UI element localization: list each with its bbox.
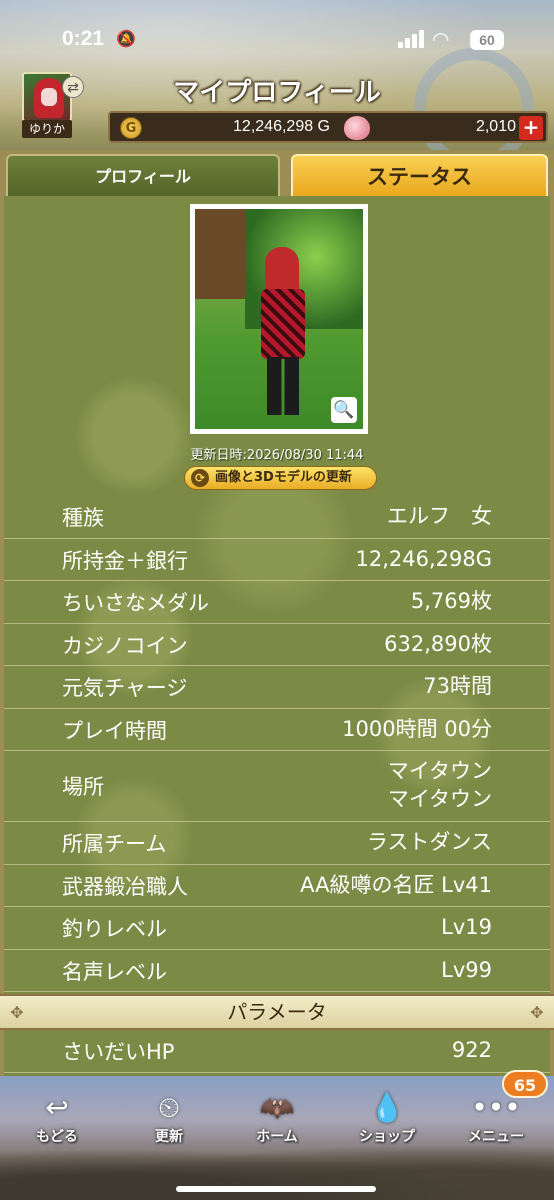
photo-character-body <box>261 289 305 359</box>
cellular-signal-icon <box>398 30 426 48</box>
stat-value: AA級噂の名匠 Lv41 <box>300 872 492 897</box>
character-image: 🔍 <box>195 209 363 429</box>
location-line-1: マイタウン <box>387 759 492 783</box>
photo-character-legs <box>267 357 299 415</box>
player-name: ゆりか <box>22 120 72 138</box>
stat-row-max-hp: さいだいHP 922 <box>4 1030 550 1073</box>
status-panel: 🔍 更新日時:2026/08/30 11:44 ⟳ 画像と3Dモデルの更新 種族… <box>0 196 554 1076</box>
stat-value: ラストダンス <box>366 830 492 854</box>
stat-value: Lv19 <box>441 915 492 939</box>
stat-label: 名声レベル <box>62 959 167 984</box>
stat-value: 1000時間 00分 <box>342 716 492 741</box>
location-line-2: マイタウン <box>387 787 492 811</box>
link-icon[interactable]: ⇄ <box>62 76 84 98</box>
gem-icon <box>344 116 370 140</box>
nav-label: ショップ <box>359 1129 415 1145</box>
zoom-icon[interactable]: 🔍 <box>331 397 357 423</box>
stat-label: 釣りレベル <box>62 917 167 941</box>
stat-row-location: 場所 マイタウン マイタウン <box>4 751 550 822</box>
nav-home-button[interactable]: 🦇 ホーム <box>227 1086 327 1166</box>
nav-shop-button[interactable]: 💧 ショップ <box>337 1086 437 1166</box>
stat-row-casino-coins: カジノコイン 632,890枚 <box>4 624 550 666</box>
refresh-icon: ⟳ <box>191 469 209 487</box>
nav-label: 更新 <box>155 1129 183 1145</box>
gem-amount: 2,010 <box>475 118 516 135</box>
refresh-timer-icon: ⏲ <box>158 1091 180 1124</box>
parameters-section-header: ✥ パラメータ ✥ <box>0 994 554 1030</box>
stat-label: 所持金＋銀行 <box>62 548 188 573</box>
stat-row-race: 種族 エルフ 女 <box>4 496 550 539</box>
ornament-icon: ✥ <box>10 1003 24 1022</box>
nav-label: ホーム <box>256 1129 298 1145</box>
stat-value: 73時間 <box>423 674 492 698</box>
currency-bar: G 12,246,298 G 2,010 + <box>108 111 548 143</box>
section-title: パラメータ <box>227 1000 327 1024</box>
stat-label: プレイ時間 <box>62 718 167 743</box>
add-gems-button[interactable]: + <box>519 116 543 140</box>
stat-value: 632,890枚 <box>384 631 492 656</box>
status-bar: 0:21 🔕 ◠ 60 <box>0 0 554 80</box>
battery-indicator: 60 <box>470 30 504 50</box>
nav-label: メニュー <box>468 1129 524 1145</box>
stat-row-craft: 武器鍛冶職人 AA級噂の名匠 Lv41 <box>4 865 550 907</box>
stat-label: 元気チャージ <box>62 676 188 700</box>
stat-value: 5,769枚 <box>410 589 492 613</box>
menu-notification-badge: 65 <box>502 1070 548 1098</box>
tab-status[interactable]: ステータス <box>291 154 548 196</box>
wifi-icon: ◠ <box>432 27 450 51</box>
stat-row-money: 所持金＋銀行 12,246,298G <box>4 539 550 581</box>
back-arrow-icon: ↩ <box>45 1091 69 1124</box>
stat-label: 武器鍛冶職人 <box>62 874 188 899</box>
stats-list: 種族 エルフ 女 所持金＋銀行 12,246,298G ちいさなメダル 5,76… <box>0 496 554 1073</box>
stat-label: カジノコイン <box>62 633 188 658</box>
nav-label: もどる <box>36 1129 78 1145</box>
stat-value: マイタウン マイタウン <box>388 757 492 813</box>
nav-refresh-button[interactable]: ⏲ 更新 <box>119 1086 219 1166</box>
stat-row-medals: ちいさなメダル 5,769枚 <box>4 581 550 624</box>
stat-value: 12,246,298G <box>355 546 492 571</box>
slime-icon: 💧 <box>369 1091 405 1124</box>
gold-coin-icon: G <box>120 117 142 139</box>
stat-label: ちいさなメダル <box>62 591 209 615</box>
updated-timestamp: 更新日時:2026/08/30 11:44 <box>190 448 364 463</box>
stat-row-fishing: 釣りレベル Lv19 <box>4 907 550 950</box>
stat-label: 所属チーム <box>62 832 167 856</box>
character-photo[interactable]: 🔍 <box>190 204 368 434</box>
tab-profile[interactable]: プロフィール <box>6 154 280 196</box>
nav-back-button[interactable]: ↩ もどる <box>7 1086 107 1166</box>
home-indicator[interactable] <box>176 1186 376 1192</box>
update-model-button[interactable]: ⟳ 画像と3Dモデルの更新 <box>184 466 377 490</box>
gold-amount: 12,246,298 G <box>233 118 330 135</box>
stat-value: Lv99 <box>441 957 492 982</box>
stat-row-play-time: プレイ時間 1000時間 00分 <box>4 709 550 751</box>
avatar-face <box>41 88 57 106</box>
stat-row-fame: 名声レベル Lv99 <box>4 950 550 992</box>
stat-row-genki-charge: 元気チャージ 73時間 <box>4 666 550 709</box>
bottom-navigation: ↩ もどる ⏲ 更新 🦇 ホーム 💧 ショップ ••• メニュー <box>0 1076 554 1200</box>
stat-row-team: 所属チーム ラストダンス <box>4 822 550 865</box>
update-model-label: 画像と3Dモデルの更新 <box>215 470 352 485</box>
home-slime-icon: 🦇 <box>259 1091 295 1124</box>
stat-label: 場所 <box>62 775 104 799</box>
stat-value: 922 <box>451 1038 492 1062</box>
stat-label: さいだいHP <box>62 1040 175 1064</box>
stat-label: 種族 <box>62 506 104 530</box>
status-time: 0:21 <box>62 27 105 50</box>
ornament-icon: ✥ <box>530 1003 544 1022</box>
muted-bell-icon: 🔕 <box>116 29 136 48</box>
stat-value: エルフ 女 <box>387 504 492 528</box>
tab-bar: プロフィール ステータス <box>0 150 554 196</box>
